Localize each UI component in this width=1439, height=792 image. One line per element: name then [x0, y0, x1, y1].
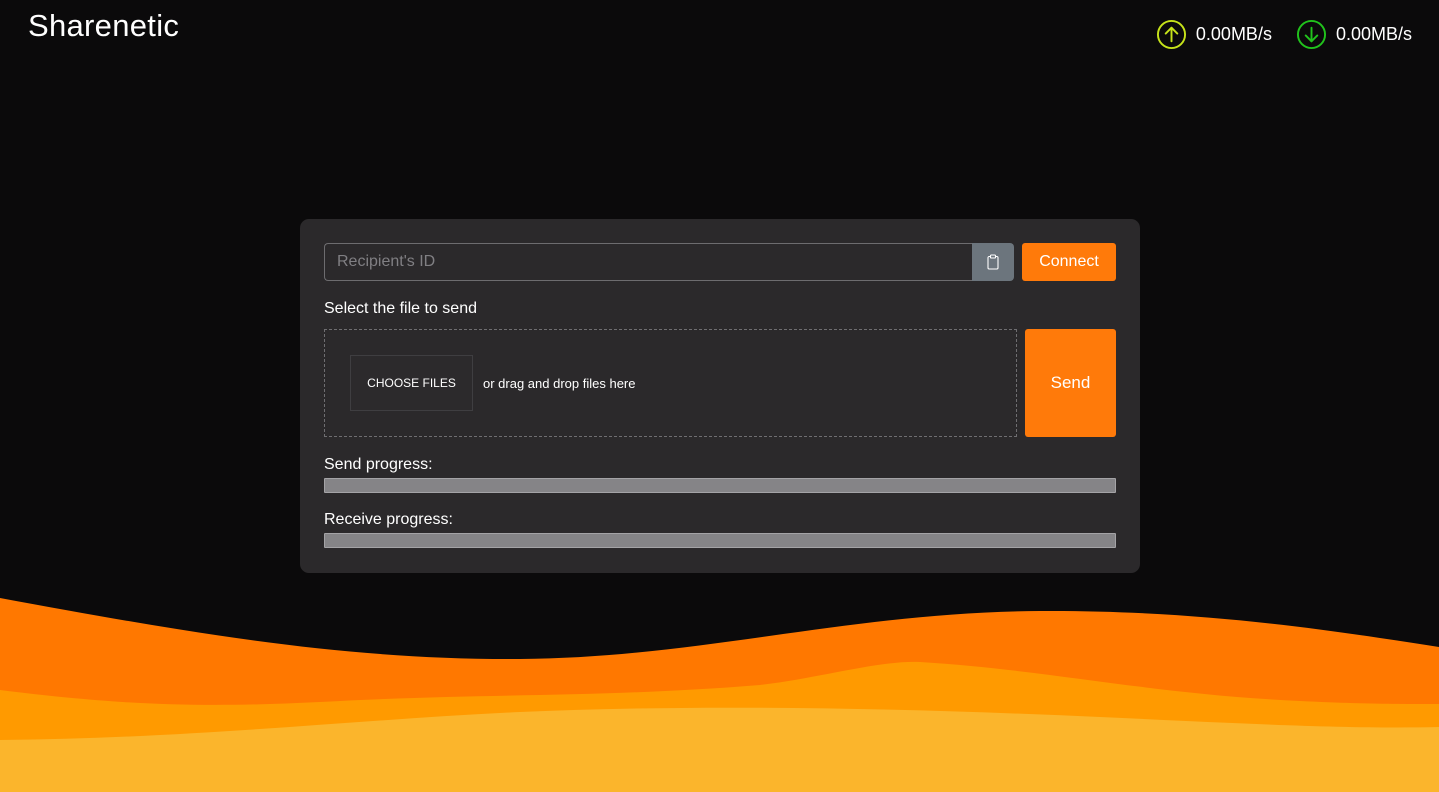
- recipient-id-input[interactable]: [324, 243, 972, 281]
- drop-hint: or drag and drop files here: [483, 375, 636, 391]
- decorative-waves: [0, 590, 1439, 792]
- transfer-card: Connect Select the file to send CHOOSE F…: [300, 219, 1140, 573]
- arrow-up-circle-icon: [1156, 19, 1187, 50]
- file-row: CHOOSE FILES or drag and drop files here…: [324, 329, 1116, 437]
- clipboard-icon: [985, 254, 1001, 270]
- paste-button[interactable]: [972, 243, 1014, 281]
- receive-progress-label: Receive progress:: [324, 511, 453, 528]
- send-progress-bar: [324, 478, 1116, 493]
- arrow-down-circle-icon: [1296, 19, 1327, 50]
- receive-progress-bar: [324, 533, 1116, 548]
- app-title: Sharenetic: [28, 8, 180, 43]
- download-speed: 0.00MB/s: [1296, 19, 1412, 50]
- download-speed-value: 0.00MB/s: [1335, 24, 1412, 44]
- send-button[interactable]: Send: [1025, 329, 1116, 437]
- file-section-label: Select the file to send: [324, 300, 477, 317]
- upload-speed-value: 0.00MB/s: [1195, 24, 1272, 44]
- recipient-row: Connect: [324, 243, 1116, 281]
- choose-files-button[interactable]: CHOOSE FILES: [350, 355, 473, 411]
- page: Sharenetic 0.00MB/s 0.00MB/s Recipient's…: [0, 0, 1439, 792]
- file-dropzone[interactable]: CHOOSE FILES or drag and drop files here: [324, 329, 1017, 437]
- upload-speed: 0.00MB/s: [1156, 19, 1272, 50]
- transfer-speeds: 0.00MB/s 0.00MB/s: [1156, 19, 1412, 50]
- send-progress-label: Send progress:: [324, 456, 433, 473]
- connect-button[interactable]: Connect: [1022, 243, 1116, 281]
